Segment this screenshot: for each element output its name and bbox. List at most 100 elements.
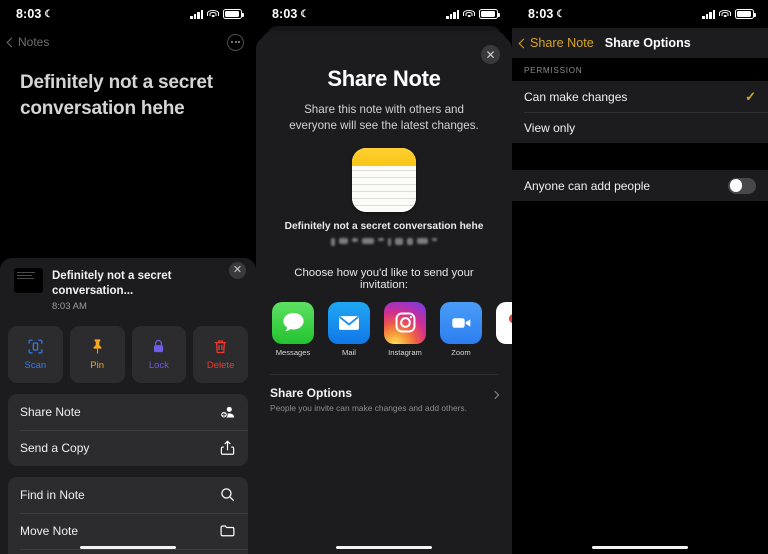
trash-icon [214, 340, 227, 354]
row-share-note-label: Share Note [20, 404, 81, 419]
home-indicator [80, 545, 176, 549]
share-options-subtitle: People you invite can make changes and a… [270, 402, 467, 413]
status-bar: 8:03 ☾ [256, 0, 512, 28]
scan-document-icon [28, 339, 43, 354]
back-to-share-note-button[interactable]: Share Note [518, 36, 594, 50]
row-move-note-label: Move Note [20, 523, 79, 538]
share-app-list: Messages Mail Instagram Zoom [270, 301, 512, 357]
status-bar: 8:03 ☾ [0, 0, 256, 28]
battery-icon [223, 9, 244, 19]
app-instagram-label: Instagram [388, 347, 422, 357]
row-send-a-copy-label: Send a Copy [20, 440, 90, 455]
panel-note-detail: 8:03 ☾ Notes Definitely not a secret con… [0, 0, 256, 554]
sheet-group-tools: Find in Note Move Note Lines & Grids [8, 476, 248, 554]
tile-delete-label: Delete [206, 359, 235, 371]
status-bar-time-group: 8:03 ☾ [528, 7, 566, 21]
tile-lock[interactable]: Lock [131, 325, 187, 383]
row-lines-and-grids[interactable]: Lines & Grids [8, 548, 248, 554]
note-navbar: Notes [0, 28, 256, 56]
permission-section-header: PERMISSION [524, 66, 583, 75]
close-icon[interactable]: ✕ [229, 262, 246, 279]
row-move-note[interactable]: Move Note [8, 512, 248, 549]
permission-view-only-label: View only [524, 120, 576, 135]
app-zoom[interactable]: Zoom [440, 301, 482, 357]
tile-scan-label: Scan [24, 359, 47, 371]
note-thumbnail [14, 268, 43, 293]
share-note-title: Share Note [327, 66, 441, 91]
status-bar-indicators [446, 9, 500, 19]
add-person-icon [220, 407, 235, 419]
search-icon [221, 488, 235, 502]
share-arrow-icon [220, 441, 235, 456]
app-messages[interactable]: Messages [272, 301, 314, 357]
lock-icon [154, 339, 164, 353]
home-indicator [592, 545, 688, 549]
crescent-moon-icon: ☾ [300, 8, 310, 20]
notes-app-icon [352, 147, 416, 212]
app-instagram[interactable]: Instagram [384, 301, 426, 357]
permission-can-make-changes[interactable]: Can make changes ✓ [512, 81, 768, 112]
back-to-notes-button[interactable]: Notes [6, 35, 49, 49]
home-indicator [336, 545, 432, 549]
redacted-subcaption [270, 237, 498, 247]
note-action-sheet: Definitely not a secret conversation... … [0, 258, 256, 554]
action-sheet-note-time: 8:03 AM [52, 300, 87, 312]
crescent-moon-icon: ☾ [556, 8, 566, 20]
cellular-bars-icon [702, 9, 715, 19]
app-mail[interactable]: Mail [328, 301, 370, 357]
action-sheet-header: Definitely not a secret conversation... … [8, 258, 248, 312]
row-share-note[interactable]: Share Note [8, 394, 248, 430]
row-find-in-note[interactable]: Find in Note [8, 477, 248, 513]
chevron-right-icon [490, 390, 500, 400]
battery-icon [479, 9, 500, 19]
checkmark-icon: ✓ [745, 88, 756, 104]
share-options-body: PERMISSION Can make changes ✓ View only … [512, 58, 768, 554]
row-anyone-can-add-people[interactable]: Anyone can add people [512, 170, 768, 201]
mail-app-icon [328, 301, 370, 344]
status-bar-indicators [190, 9, 244, 19]
tile-delete[interactable]: Delete [193, 325, 248, 383]
chevron-left-icon [6, 37, 17, 47]
share-options-row[interactable]: Share Options People you invite can make… [270, 373, 500, 413]
row-send-a-copy[interactable]: Send a Copy [8, 429, 248, 466]
app-partial[interactable] [496, 301, 512, 357]
tile-lock-label: Lock [148, 359, 169, 371]
share-note-sheet: ✕ Share Note Share this note with others… [256, 36, 512, 554]
quick-action-tiles: Scan Pin Lock Delete [8, 325, 248, 383]
wifi-icon [719, 9, 731, 19]
instagram-app-icon [384, 301, 426, 344]
note-title: Definitely not a secret conversation heh… [20, 72, 213, 119]
anyone-can-add-people-label: Anyone can add people [524, 178, 651, 193]
three-screenshot-strip: 8:03 ☾ Notes Definitely not a secret con… [0, 0, 768, 554]
wifi-icon [463, 9, 475, 19]
cellular-bars-icon [190, 9, 203, 19]
battery-icon [735, 9, 756, 19]
panel-share-note-sheet: 8:03 ☾ ✕ Share Note Share this note with… [256, 0, 512, 554]
panel-share-options: 8:03 ☾ Share Note Share Options PERMISSI… [512, 0, 768, 554]
cellular-bars-icon [446, 9, 459, 19]
shared-note-caption: Definitely not a secret conversation heh… [284, 220, 484, 232]
messages-app-icon [272, 301, 314, 344]
wifi-icon [207, 9, 219, 19]
tile-pin[interactable]: Pin [69, 325, 125, 383]
choose-invitation-label: Choose how you'd like to send your invit… [294, 266, 474, 291]
app-mail-label: Mail [342, 347, 356, 357]
status-bar-time-group: 8:03 ☾ [272, 7, 310, 21]
app-zoom-label: Zoom [451, 347, 471, 357]
permission-list: Can make changes ✓ View only [512, 81, 768, 143]
status-bar-time: 8:03 [272, 7, 298, 21]
status-bar: 8:03 ☾ [512, 0, 768, 28]
permission-view-only[interactable]: View only [512, 112, 768, 143]
sheet-group-share: Share Note Send a Copy [8, 393, 248, 466]
status-bar-time-group: 8:03 ☾ [16, 7, 54, 21]
zoom-app-icon [440, 301, 482, 344]
close-icon[interactable]: ✕ [481, 45, 500, 64]
app-messages-label: Messages [275, 347, 311, 357]
folder-icon [220, 525, 235, 537]
anyone-can-add-people-list: Anyone can add people [512, 170, 768, 201]
status-bar-indicators [702, 9, 756, 19]
share-note-description: Share this note with others and everyone… [289, 103, 479, 132]
ellipsis-circle-icon[interactable] [227, 33, 244, 51]
tile-scan[interactable]: Scan [8, 325, 63, 383]
toggle-switch-icon[interactable] [728, 177, 756, 194]
